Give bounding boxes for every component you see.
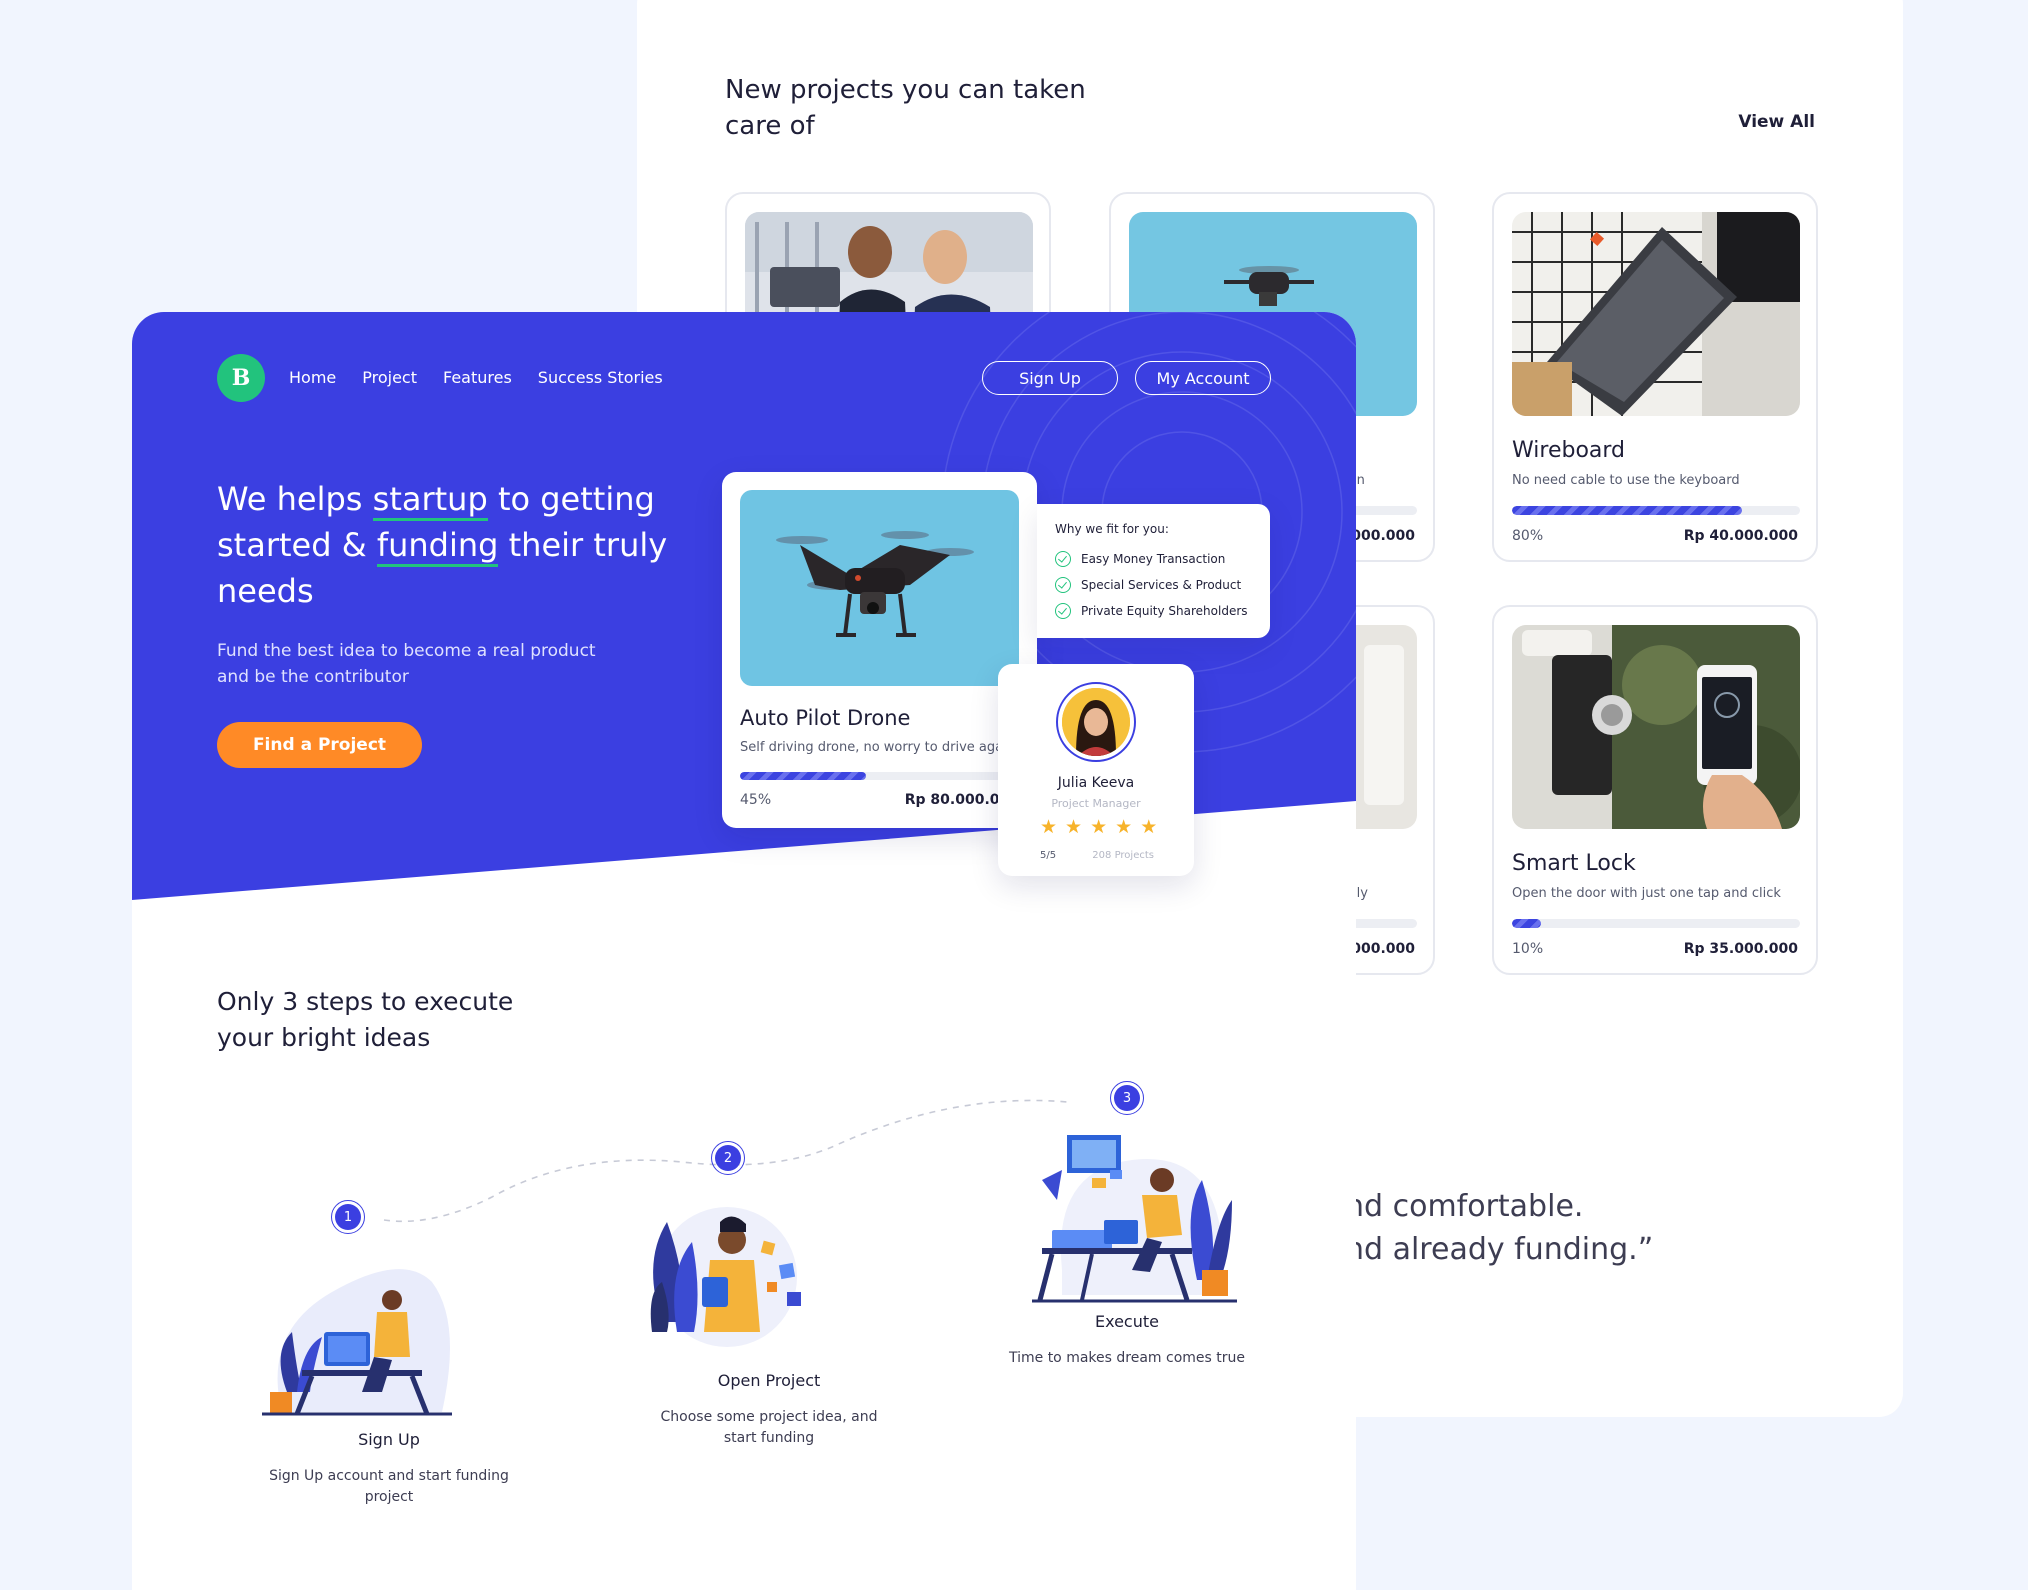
step-title-open-project: Open Project: [717, 1371, 821, 1390]
project-image-keyboard: [1512, 212, 1800, 416]
project-percent: 10%: [1512, 941, 1544, 957]
step-title-execute: Execute: [1095, 1312, 1159, 1331]
project-desc: Open the door with just one tap and clic…: [1512, 886, 1781, 901]
project-progress: [1512, 506, 1800, 515]
open-project-illustration: [650, 1207, 801, 1347]
step-number-3: 3: [1110, 1081, 1144, 1115]
project-amount: 000.000: [1351, 528, 1415, 544]
project-amount: Rp 35.000.000: [1683, 941, 1798, 957]
project-amount: Rp 40.000.000: [1683, 528, 1798, 544]
projects-section-title: New projects you can taken care of: [725, 75, 1086, 141]
step-number-2: 2: [711, 1141, 745, 1175]
project-percent: 80%: [1512, 528, 1544, 544]
project-amount: 000.000: [1351, 941, 1415, 957]
step-desc-sign-up: Sign Up account and start funding projec…: [269, 1468, 509, 1505]
step-title-sign-up: Sign Up: [358, 1430, 420, 1449]
step-desc-execute: Time to makes dream comes true: [1008, 1350, 1245, 1366]
project-progress: [1512, 919, 1800, 928]
step-desc-open-project: Choose some project idea, and start fund…: [660, 1409, 878, 1446]
view-all-link[interactable]: View All: [1738, 112, 1815, 132]
testimonial-line: nd already funding.”: [1345, 1232, 1654, 1267]
testimonial-line: nd comfortable.: [1345, 1189, 1584, 1224]
project-image-smart-lock: [1512, 625, 1800, 829]
sign-up-illustration: [262, 1269, 452, 1416]
step-number-1: 1: [331, 1200, 365, 1234]
project-title: Smart Lock: [1512, 851, 1636, 876]
execute-illustration: [1032, 1135, 1237, 1303]
landing-page: B Home Project Features Success Stories …: [132, 312, 1356, 1590]
project-title: Wireboard: [1512, 438, 1626, 463]
project-card-smart-lock[interactable]: Smart Lock Open the door with just one t…: [1492, 605, 1818, 975]
project-desc: No need cable to use the keyboard: [1512, 473, 1740, 488]
testimonial-quote: nd comfortable. nd already funding.”: [1345, 1185, 1653, 1271]
project-card-wireboard[interactable]: Wireboard No need cable to use the keybo…: [1492, 192, 1818, 562]
